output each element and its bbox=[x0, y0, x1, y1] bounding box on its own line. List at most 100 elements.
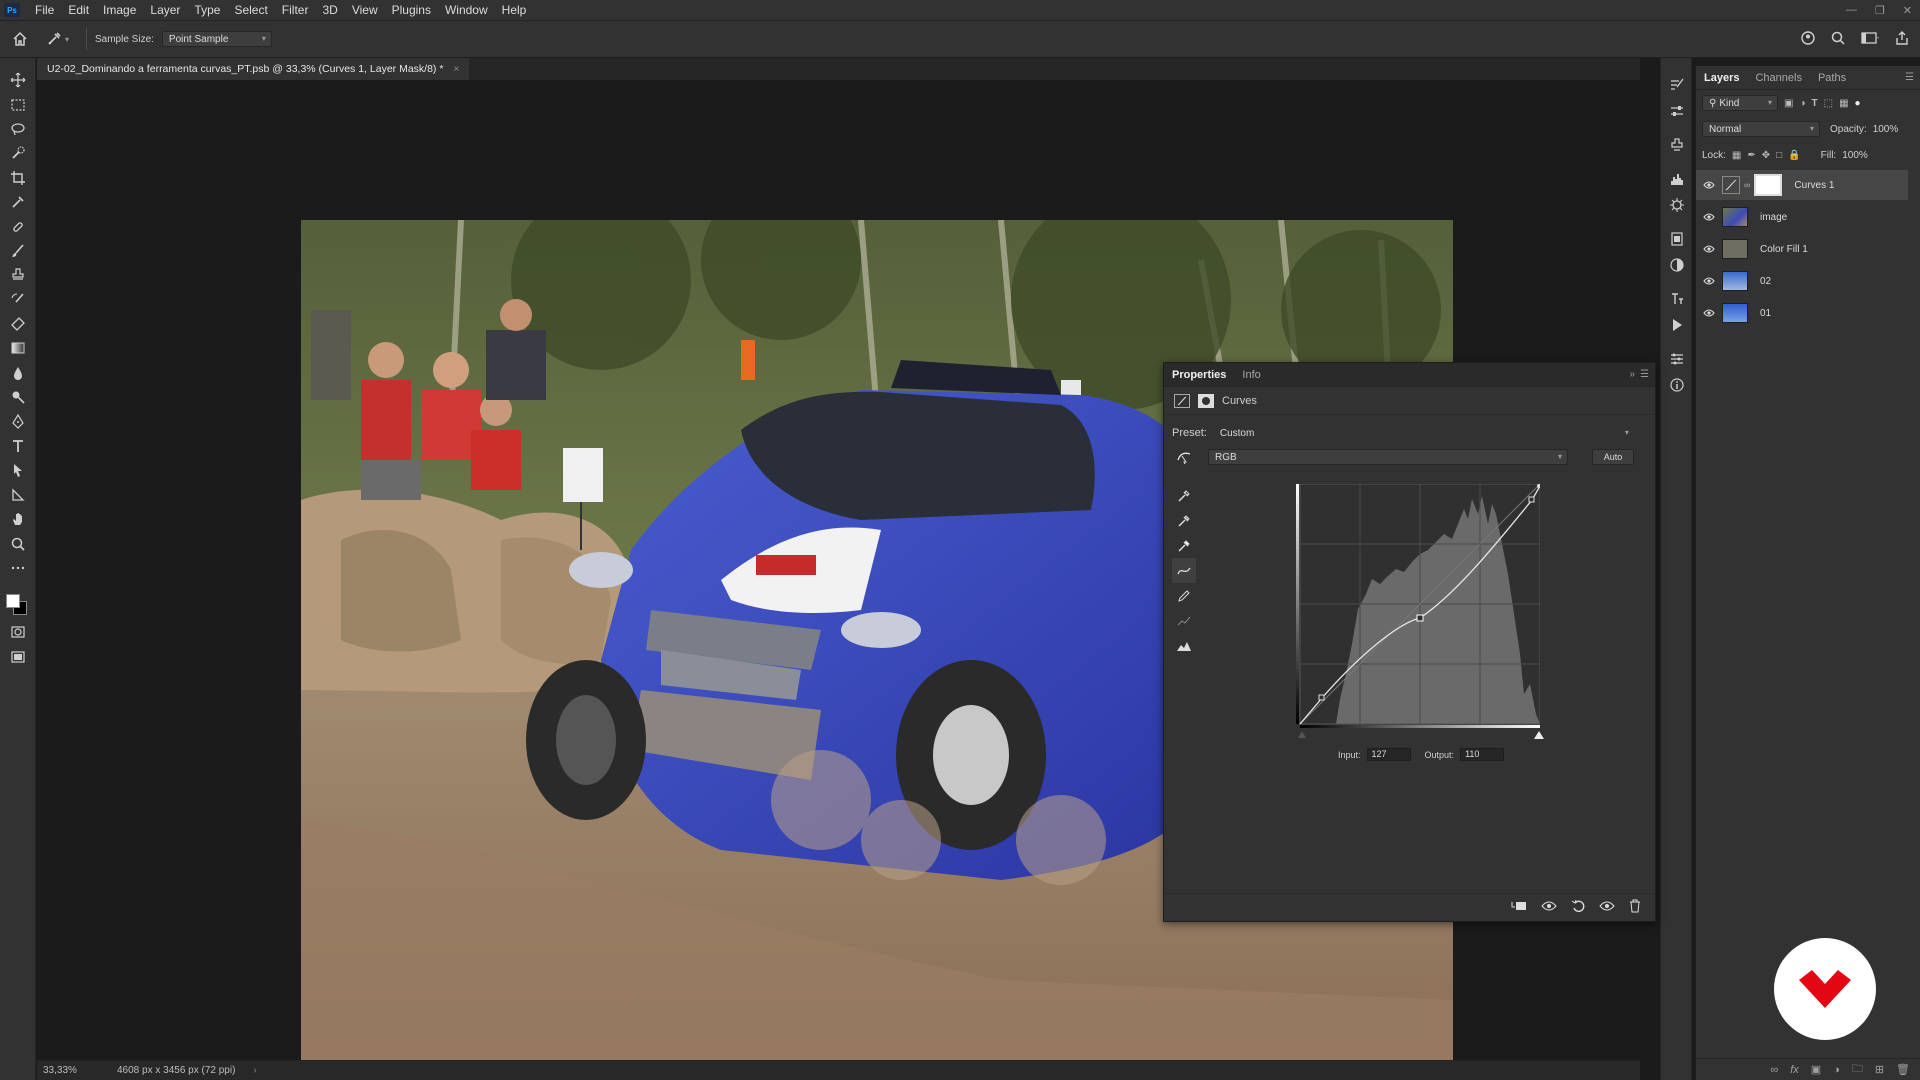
foreground-color-swatch[interactable] bbox=[6, 594, 20, 609]
tab-info[interactable]: Info bbox=[1234, 363, 1268, 387]
dodge-tool-icon[interactable] bbox=[0, 385, 36, 409]
more-tools-icon[interactable] bbox=[0, 556, 36, 580]
pencil-draw-icon[interactable] bbox=[1172, 583, 1196, 608]
blend-mode-select[interactable]: Normal ▾ bbox=[1702, 121, 1820, 137]
filter-shape-icon[interactable]: ⬚ bbox=[1824, 98, 1833, 109]
libraries-icon[interactable] bbox=[1661, 226, 1693, 252]
layer-kind-filter[interactable]: ⚲ Kind ▾ bbox=[1702, 95, 1778, 111]
menu-file[interactable]: File bbox=[28, 0, 61, 20]
close-tab-icon[interactable]: × bbox=[453, 63, 459, 75]
marquee-tool-icon[interactable] bbox=[0, 92, 36, 116]
curve-point-selected[interactable] bbox=[1416, 614, 1424, 622]
shape-tool-icon[interactable] bbox=[0, 483, 36, 507]
white-point-eyedropper-icon[interactable] bbox=[1172, 533, 1196, 558]
adjustment-sliders-icon[interactable] bbox=[1661, 98, 1693, 124]
tab-properties[interactable]: Properties bbox=[1164, 363, 1234, 387]
color-swatches[interactable] bbox=[0, 580, 36, 620]
lock-all-icon[interactable]: 🔒 bbox=[1788, 150, 1800, 161]
filter-toggle-icon[interactable]: ● bbox=[1855, 98, 1861, 109]
black-point-eyedropper-icon[interactable] bbox=[1172, 483, 1196, 508]
screen-mode-icon[interactable] bbox=[0, 645, 36, 669]
menu-plugins[interactable]: Plugins bbox=[385, 0, 438, 20]
output-field[interactable]: 110 bbox=[1460, 748, 1505, 761]
new-layer-icon[interactable]: ⊞ bbox=[1875, 1063, 1884, 1076]
gray-point-eyedropper-icon[interactable] bbox=[1172, 508, 1196, 533]
white-point-slider[interactable] bbox=[1534, 731, 1544, 739]
share-icon[interactable] bbox=[1894, 30, 1910, 46]
visibility-eye-icon[interactable] bbox=[1696, 181, 1722, 189]
clip-to-layer-icon[interactable] bbox=[1511, 900, 1527, 915]
share-cloud-icon[interactable] bbox=[1800, 30, 1816, 46]
smooth-curve-icon[interactable] bbox=[1172, 608, 1196, 633]
quick-selection-tool-icon[interactable] bbox=[0, 141, 36, 165]
workspace-icon[interactable] bbox=[1860, 30, 1880, 46]
sample-size-select[interactable]: Point Sample ▾ bbox=[161, 31, 272, 47]
type-tool-icon[interactable] bbox=[0, 434, 36, 458]
layer-style-fx-icon[interactable]: fx bbox=[1790, 1064, 1799, 1076]
info-icon[interactable] bbox=[1661, 372, 1693, 398]
actions-icon[interactable] bbox=[1661, 312, 1693, 338]
menu-help[interactable]: Help bbox=[495, 0, 534, 20]
menu-window[interactable]: Window bbox=[438, 0, 495, 20]
minimize-icon[interactable]: — bbox=[1846, 4, 1857, 16]
gradient-tool-icon[interactable] bbox=[0, 336, 36, 360]
mask-icon[interactable] bbox=[1198, 393, 1214, 408]
layer-row-color-fill[interactable]: Color Fill 1 bbox=[1696, 234, 1908, 264]
menu-select[interactable]: Select bbox=[227, 0, 274, 20]
black-point-slider[interactable] bbox=[1298, 731, 1306, 738]
delete-adjustment-icon[interactable] bbox=[1629, 899, 1641, 916]
tab-paths[interactable]: Paths bbox=[1810, 66, 1854, 90]
lock-image-icon[interactable]: ✒ bbox=[1747, 150, 1755, 161]
toggle-visibility-icon[interactable] bbox=[1599, 900, 1615, 915]
status-menu-arrow[interactable]: › bbox=[253, 1065, 256, 1076]
channel-select[interactable]: RGB ▾ bbox=[1208, 449, 1568, 465]
home-icon[interactable] bbox=[0, 31, 40, 47]
panel-menu-icon[interactable]: ☰ bbox=[1640, 369, 1649, 380]
add-mask-icon[interactable]: ▣ bbox=[1811, 1063, 1821, 1076]
history-brush-tool-icon[interactable] bbox=[0, 288, 36, 312]
quick-mask-icon[interactable] bbox=[0, 620, 36, 644]
input-field[interactable]: 127 bbox=[1366, 748, 1411, 761]
menu-edit[interactable]: Edit bbox=[61, 0, 96, 20]
link-layers-icon[interactable]: ∞ bbox=[1770, 1064, 1778, 1076]
filter-smart-object-icon[interactable]: ▦ bbox=[1839, 98, 1848, 109]
clipping-warning-icon[interactable] bbox=[1172, 633, 1196, 658]
move-tool-icon[interactable] bbox=[0, 68, 36, 92]
menu-3d[interactable]: 3D bbox=[315, 0, 344, 20]
reset-adjustment-icon[interactable] bbox=[1571, 899, 1585, 916]
brush-tool-icon[interactable] bbox=[0, 239, 36, 263]
lasso-tool-icon[interactable] bbox=[0, 117, 36, 141]
menu-type[interactable]: Type bbox=[187, 0, 227, 20]
visibility-eye-icon[interactable] bbox=[1696, 245, 1722, 253]
menu-layer[interactable]: Layer bbox=[143, 0, 187, 20]
view-previous-state-icon[interactable] bbox=[1541, 900, 1557, 915]
curve-point[interactable] bbox=[1318, 694, 1325, 701]
menu-view[interactable]: View bbox=[345, 0, 385, 20]
collapse-panel-icon[interactable]: » bbox=[1629, 369, 1635, 380]
hand-tool-icon[interactable] bbox=[0, 507, 36, 531]
layer-row-02[interactable]: 02 bbox=[1696, 266, 1908, 296]
filter-pixel-icon[interactable]: ▣ bbox=[1784, 98, 1793, 109]
auto-button[interactable]: Auto bbox=[1592, 449, 1634, 465]
blur-tool-icon[interactable] bbox=[0, 361, 36, 385]
new-group-icon[interactable]: 🗀 bbox=[1852, 1060, 1863, 1079]
lock-transparent-icon[interactable]: ▦ bbox=[1732, 150, 1741, 161]
link-chain-icon[interactable]: ∞ bbox=[1744, 180, 1750, 190]
visibility-eye-icon[interactable] bbox=[1696, 213, 1722, 221]
crop-tool-icon[interactable] bbox=[0, 166, 36, 190]
search-icon[interactable] bbox=[1830, 30, 1846, 46]
fill-value[interactable]: 100% bbox=[1842, 150, 1868, 161]
edit-points-curve-icon[interactable] bbox=[1172, 558, 1196, 583]
filter-adjustment-icon[interactable]: ◑ bbox=[1799, 98, 1805, 109]
eyedropper-tool-icon[interactable] bbox=[0, 190, 36, 214]
clone-source-icon[interactable] bbox=[1661, 132, 1693, 158]
preset-select[interactable]: Custom ▾ bbox=[1213, 425, 1635, 441]
layer-row-01[interactable]: 01 bbox=[1696, 298, 1908, 328]
restore-icon[interactable]: ❐ bbox=[1875, 4, 1885, 17]
path-selection-tool-icon[interactable] bbox=[0, 458, 36, 482]
document-tab[interactable]: U2-02_Dominando a ferramenta curvas_PT.p… bbox=[37, 58, 469, 80]
on-image-adjustment-icon[interactable] bbox=[1172, 450, 1196, 464]
layer-mask-thumbnail[interactable] bbox=[1754, 174, 1783, 196]
clone-stamp-tool-icon[interactable] bbox=[0, 263, 36, 287]
photoshop-logo[interactable]: Ps bbox=[4, 3, 20, 17]
